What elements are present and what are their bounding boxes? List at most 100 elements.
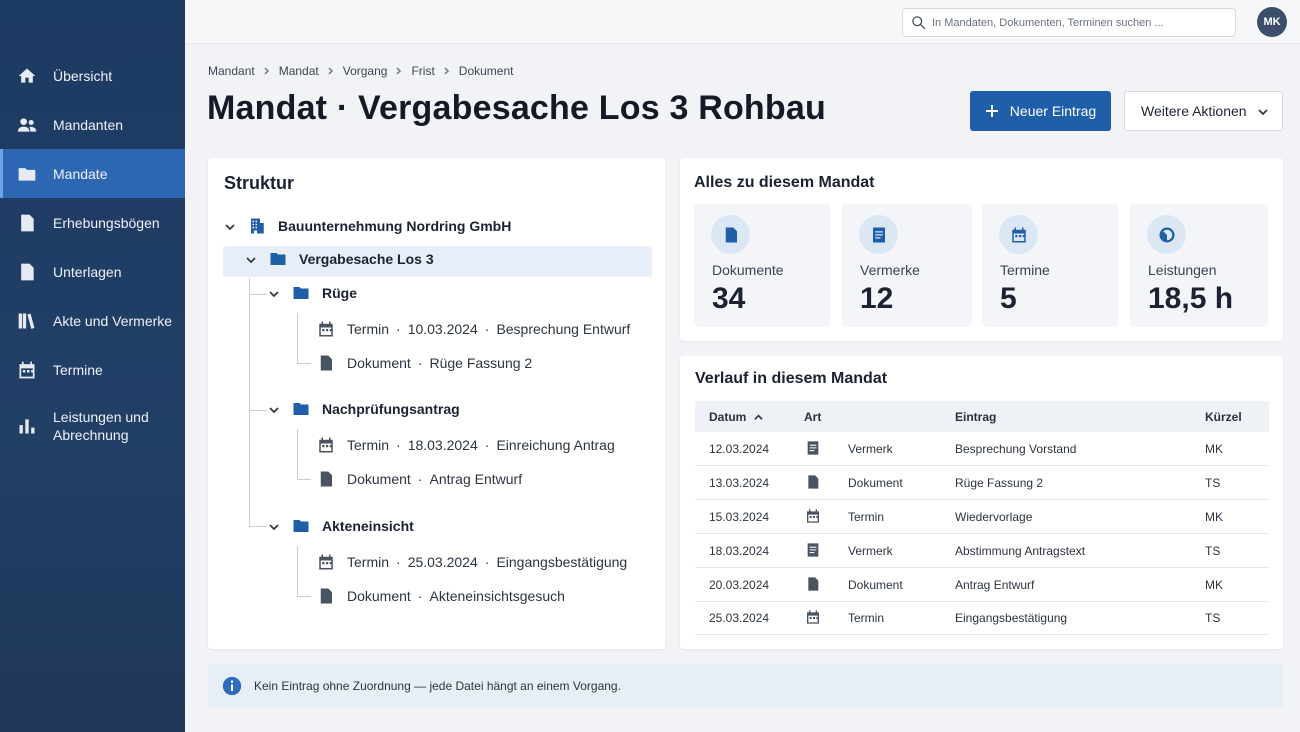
table-row[interactable]: 12.03.2024 Vermerk Besprechung Vorstand …	[695, 432, 1269, 466]
sidebar-item-mandanten[interactable]: Mandanten	[0, 100, 185, 149]
users-icon	[17, 115, 37, 135]
calendar-icon	[17, 360, 37, 380]
sidebar-item-akte-vermerke[interactable]: Akte und Vermerke	[0, 296, 185, 345]
chevron-down-icon[interactable]	[224, 220, 236, 232]
sidebar-item-mandate[interactable]: Mandate	[0, 149, 185, 198]
document-icon	[805, 474, 821, 493]
table-row[interactable]: 25.03.2024 Termin Eingangsbestätigung TS	[695, 601, 1269, 635]
column-header-date[interactable]: Datum	[709, 410, 764, 424]
building-icon	[248, 217, 266, 235]
table-row[interactable]: 13.03.2024 Dokument Rüge Fassung 2 TS	[695, 466, 1269, 500]
stat-card-services[interactable]: Leistungen 18,5 h	[1130, 204, 1268, 327]
cell-date: 25.03.2024	[709, 611, 770, 625]
sidebar-item-unterlagen[interactable]: Unterlagen	[0, 247, 185, 296]
cell-type: Termin	[848, 611, 885, 625]
tree-entry[interactable]: Termin · 18.03.2024 · Einreichung Antrag	[317, 436, 615, 454]
tree-entry-date: 18.03.2024	[407, 437, 478, 453]
chevron-down-icon[interactable]	[268, 287, 280, 299]
breadcrumb-item[interactable]: Vorgang	[343, 64, 388, 78]
tree-node-group[interactable]: Rüge	[268, 284, 357, 302]
sidebar-item-erhebungsboegen[interactable]: Erhebungsbögen	[0, 198, 185, 247]
tree-node-group[interactable]: Nachprüfungsantrag	[268, 400, 460, 418]
sidebar-item-leistungen[interactable]: Leistungen und Abrechnung	[0, 394, 185, 458]
stat-card-notes[interactable]: Vermerke 12	[842, 204, 972, 327]
tree-node-label: Nachprüfungsantrag	[322, 401, 460, 417]
tree-entry-date: 10.03.2024	[407, 321, 478, 337]
chevron-right-icon	[435, 67, 459, 75]
cell-type: Vermerk	[848, 544, 893, 558]
stat-label: Termine	[1000, 262, 1050, 278]
cell-abbr: TS	[1205, 476, 1221, 490]
tree-node-group[interactable]: Akteneinsicht	[268, 517, 414, 535]
calendar-icon	[317, 436, 335, 454]
table-row[interactable]: 20.03.2024 Dokument Antrag Entwurf MK	[695, 568, 1269, 602]
tree-node-label: Rüge	[322, 285, 357, 301]
table-row[interactable]: 18.03.2024 Vermerk Abstimmung Antragstex…	[695, 534, 1269, 568]
calendar-icon	[317, 320, 335, 338]
tree-entry-type: Termin	[347, 437, 390, 453]
breadcrumb-item[interactable]: Dokument	[459, 64, 514, 78]
tree-entry-type: Dokument	[347, 588, 411, 604]
tree-entry-text: Akteneinsichtsgesuch	[429, 588, 565, 604]
books-icon	[17, 311, 37, 331]
search-input[interactable]	[932, 16, 1222, 29]
chevron-down-icon[interactable]	[268, 403, 280, 415]
cell-abbr: TS	[1205, 544, 1221, 558]
calendar-icon	[317, 553, 335, 571]
column-header-abbr[interactable]: Kürzel	[1205, 410, 1242, 424]
cell-type: Dokument	[848, 476, 903, 490]
sidebar: Übersicht Mandanten Mandate Erhebungsbög…	[0, 0, 185, 732]
tree-connector	[297, 596, 311, 597]
tree-entry-type: Termin	[347, 321, 390, 337]
sidebar-item-label: Leistungen und Abrechnung	[53, 409, 149, 443]
breadcrumb-item[interactable]: Mandant	[208, 64, 255, 78]
new-entry-button[interactable]: Neuer Eintrag	[970, 91, 1111, 131]
document-icon	[711, 215, 750, 254]
stat-label: Vermerke	[860, 262, 920, 278]
stat-card-documents[interactable]: Dokumente 34	[694, 204, 830, 327]
sort-ascending-icon	[754, 414, 764, 420]
tree-entry[interactable]: Termin · 25.03.2024 · Eingangsbestätigung	[317, 553, 627, 571]
breadcrumb-item[interactable]: Mandat	[279, 64, 319, 78]
chevron-down-icon[interactable]	[268, 520, 280, 532]
tree-entry-text: Eingangsbestätigung	[496, 554, 628, 570]
tree-entry[interactable]: Termin · 10.03.2024 · Besprechung Entwurf	[317, 320, 630, 338]
calendar-icon	[805, 508, 821, 527]
home-icon	[17, 66, 37, 86]
cell-entry: Eingangsbestätigung	[955, 611, 1068, 625]
plus-icon	[985, 105, 998, 117]
clock-icon	[1147, 215, 1186, 254]
search-box[interactable]	[902, 8, 1236, 37]
tree-entry-type: Termin	[347, 554, 390, 570]
tree-entry[interactable]: Dokument · Rüge Fassung 2	[317, 354, 532, 372]
tree-node-label: Bauunternehmung Nordring GmbH	[278, 218, 512, 234]
calendar-icon	[999, 215, 1038, 254]
chevron-down-icon	[1258, 109, 1268, 116]
sidebar-item-uebersicht[interactable]: Übersicht	[0, 51, 185, 100]
column-header-label: Datum	[709, 410, 747, 424]
breadcrumb-item[interactable]: Frist	[411, 64, 434, 78]
folder-icon	[292, 517, 310, 535]
column-header-type[interactable]: Art	[804, 410, 821, 424]
tree-entry[interactable]: Dokument · Antrag Entwurf	[317, 470, 522, 488]
info-icon	[222, 676, 242, 696]
tree-entry-date: 25.03.2024	[407, 554, 478, 570]
page-title: Mandat · Vergabesache Los 3 Rohbau	[207, 89, 826, 127]
sidebar-item-label: Mandate	[53, 165, 108, 182]
avatar[interactable]: MK	[1257, 7, 1287, 37]
column-header-entry[interactable]: Eintrag	[955, 410, 996, 424]
more-actions-button[interactable]: Weitere Aktionen	[1124, 91, 1283, 131]
sidebar-item-termine[interactable]: Termine	[0, 345, 185, 394]
tree-node-matter[interactable]: Vergabesache Los 3	[245, 250, 434, 268]
stat-value: 5	[1000, 282, 1017, 315]
tree-node-label: Akteneinsicht	[322, 518, 414, 534]
cell-date: 12.03.2024	[709, 442, 770, 456]
stat-card-appointments[interactable]: Termine 5	[982, 204, 1118, 327]
tree-entry[interactable]: Dokument · Akteneinsichtsgesuch	[317, 587, 565, 605]
tree-node-client[interactable]: Bauunternehmung Nordring GmbH	[224, 217, 511, 235]
sidebar-nav: Übersicht Mandanten Mandate Erhebungsbög…	[0, 51, 185, 458]
document-icon	[17, 262, 37, 282]
bar-chart-icon	[17, 416, 37, 436]
table-row[interactable]: 15.03.2024 Termin Wiedervorlage MK	[695, 500, 1269, 534]
chevron-down-icon[interactable]	[245, 253, 257, 265]
